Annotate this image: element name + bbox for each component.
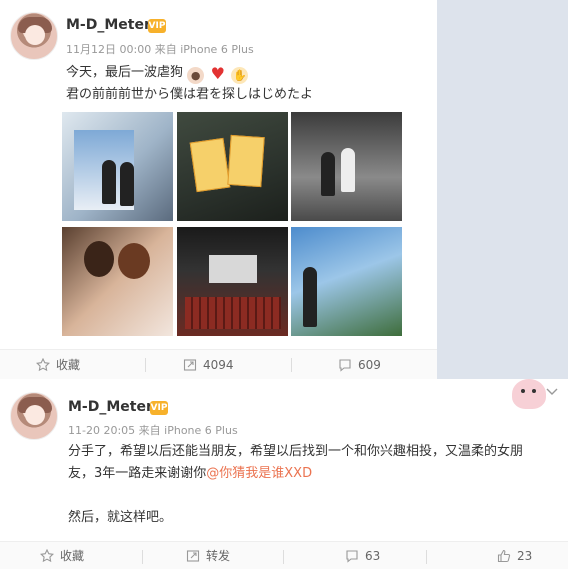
post-source: 来自 iPhone 6 Plus xyxy=(138,424,238,437)
weibo-post-1: M-D_Meter VIP 11月12日 00:00 来自 iPhone 6 P… xyxy=(0,0,437,379)
action-divider xyxy=(283,550,284,564)
clap-emoji-icon: ✋ xyxy=(231,67,249,84)
mention-link[interactable]: @你猜我是谁XXD xyxy=(206,466,312,481)
post-text: 今天，最后一波虐狗 ● ♥ ✋ 君の前前前世から僕は君を探しはじめたよ xyxy=(66,62,313,105)
action-divider xyxy=(426,550,427,564)
post-action-bar: 收藏 转发 63 23 xyxy=(0,541,568,569)
star-icon xyxy=(40,548,54,563)
post-text-line: 今天，最后一波虐狗 xyxy=(66,65,184,80)
post-meta: 11月12日 00:00 来自 iPhone 6 Plus xyxy=(66,41,254,57)
star-icon xyxy=(36,357,50,372)
action-divider xyxy=(291,358,292,372)
repost-icon xyxy=(183,358,197,372)
person-shape xyxy=(303,267,317,327)
cinema-screen-shape xyxy=(209,255,257,283)
like-button[interactable]: 23 xyxy=(497,542,532,569)
person-shape xyxy=(84,241,114,277)
post-text: 分手了，希望以后还能当朋友，希望以后找到一个和你兴趣相投，又温柔的女朋 友，3年… xyxy=(68,441,558,529)
comment-count: 63 xyxy=(365,548,381,563)
post-time[interactable]: 11-20 20:05 xyxy=(68,424,135,437)
post-text-line: 分手了，希望以后还能当朋友，希望以后找到一个和你兴趣相投，又温柔的女朋 xyxy=(68,444,524,459)
photo-thumbnail[interactable] xyxy=(62,112,173,221)
post-meta: 11-20 20:05 来自 iPhone 6 Plus xyxy=(68,422,238,438)
repost-icon xyxy=(186,549,200,563)
vip-badge-icon: VIP xyxy=(150,401,168,415)
ticket-shape xyxy=(189,137,231,193)
photo-thumbnail[interactable] xyxy=(177,112,288,221)
chevron-down-icon[interactable] xyxy=(546,385,558,399)
person-shape xyxy=(120,162,134,206)
photo-thumbnail[interactable] xyxy=(177,227,288,336)
photo-thumbnail[interactable] xyxy=(291,112,402,221)
favorite-label: 收藏 xyxy=(60,549,85,563)
action-divider xyxy=(142,550,143,564)
ticket-shape xyxy=(227,134,265,188)
username[interactable]: M-D_Meter xyxy=(68,399,153,415)
weibo-post-2: M-D_Meter VIP 11-20 20:05 来自 iPhone 6 Pl… xyxy=(0,379,568,569)
comment-button[interactable]: 609 xyxy=(338,350,381,379)
like-count: 23 xyxy=(517,548,533,563)
repost-button[interactable]: 转发 xyxy=(186,542,230,569)
person-shape xyxy=(102,160,116,204)
favorite-label: 收藏 xyxy=(56,358,81,372)
repost-button[interactable]: 4094 xyxy=(183,350,234,379)
action-divider xyxy=(145,358,146,372)
post-text-line: 然后，就这样吧。 xyxy=(68,510,173,525)
person-shape xyxy=(118,243,150,279)
vip-badge-icon: VIP xyxy=(148,19,166,33)
comment-icon xyxy=(345,549,359,563)
post-time[interactable]: 11月12日 00:00 xyxy=(66,43,151,56)
favorite-button[interactable]: 收藏 xyxy=(36,350,80,379)
person-shape xyxy=(341,148,355,192)
person-shape xyxy=(321,152,335,196)
post-text-fragment: 友，3年一路走来谢谢你 xyxy=(68,466,207,481)
heart-emoji-icon: ♥ xyxy=(209,64,227,83)
dog-emoji-icon: ● xyxy=(187,67,205,84)
post-action-bar: 收藏 4094 609 xyxy=(0,349,437,379)
repost-count: 4094 xyxy=(203,357,234,372)
repost-label: 转发 xyxy=(206,549,231,563)
favorite-button[interactable]: 收藏 xyxy=(40,542,84,569)
post-text-line: 君の前前前世から僕は君を探しはじめたよ xyxy=(66,87,314,102)
post-source: 来自 iPhone 6 Plus xyxy=(154,43,254,56)
cinema-seats-shape xyxy=(185,297,281,329)
photo-thumbnail[interactable] xyxy=(291,227,402,336)
thumbs-up-icon xyxy=(497,549,511,563)
post-text-line: 友，3年一路走来谢谢你@你猜我是谁XXD xyxy=(68,463,558,485)
avatar[interactable] xyxy=(10,392,58,440)
comment-icon xyxy=(338,358,352,372)
sticker-icon xyxy=(512,379,546,409)
avatar[interactable] xyxy=(10,12,58,60)
comment-button[interactable]: 63 xyxy=(345,542,380,569)
photo-thumbnail[interactable] xyxy=(62,227,173,336)
username[interactable]: M-D_Meter xyxy=(66,17,151,33)
comment-count: 609 xyxy=(358,357,381,372)
photo-grid xyxy=(62,112,402,336)
